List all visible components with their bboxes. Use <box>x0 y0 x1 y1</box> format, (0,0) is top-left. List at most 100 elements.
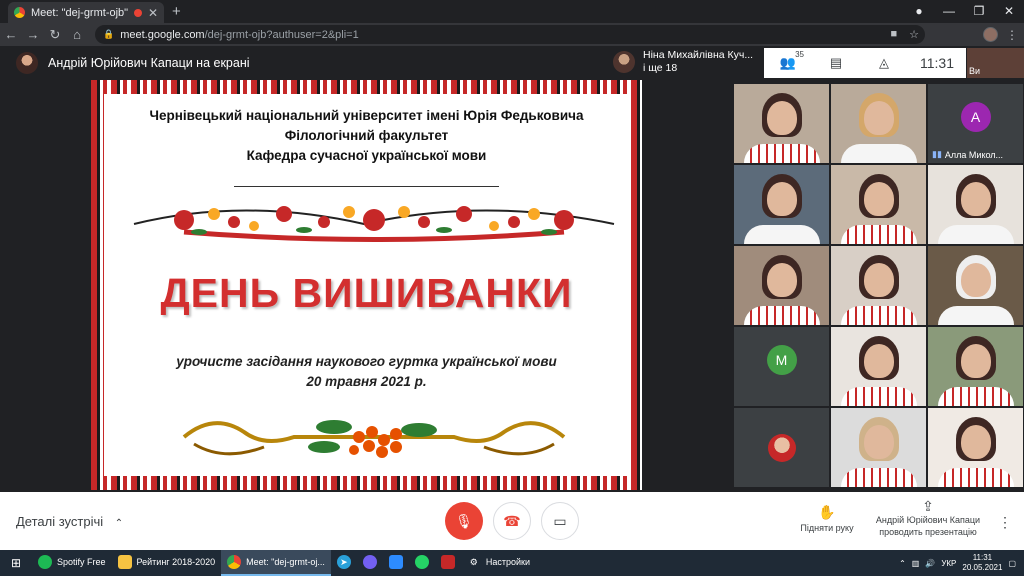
browser-toolbar: ← → ↻ ⌂ 🔒 meet.google.com /dej-grmt-ojb?… <box>0 23 1024 46</box>
participant-face <box>863 101 894 136</box>
viber-icon <box>362 555 377 569</box>
mic-toggle-button[interactable]: 🎙 <box>445 502 483 540</box>
clock[interactable]: 11:31 20.05.2021 <box>962 553 1002 573</box>
header-divider <box>234 186 499 187</box>
participant-tile[interactable]: A ▮▮ Алла Микол... <box>927 83 1024 164</box>
meet-controls-bar: Деталі зустрічі ⌃ 🎙 ☎ ▭ ✋ Підняти руку ⇪… <box>0 492 1024 550</box>
taskbar-chrome[interactable]: Meet: "dej-grmt-oj... <box>221 550 331 576</box>
back-icon[interactable]: ← <box>0 27 22 42</box>
participant-face <box>863 263 894 298</box>
participant-photo <box>767 433 796 462</box>
slide-headline: ДЕНЬ ВИШИВАНКИ <box>160 270 573 316</box>
language-indicator[interactable]: УКР <box>941 559 956 568</box>
participant-shirt <box>840 387 917 406</box>
tray-up-icon[interactable]: ⌃ <box>899 559 906 568</box>
taskbar-zoom[interactable] <box>383 550 409 576</box>
chat-button[interactable]: ▤ <box>812 55 860 71</box>
profile-avatar[interactable] <box>983 27 998 42</box>
restore-icon[interactable]: ❐ <box>964 0 994 23</box>
participant-face <box>766 101 797 136</box>
present-screen-icon: ⇪ <box>922 498 934 514</box>
participant-tile[interactable] <box>830 245 927 326</box>
participant-tile[interactable] <box>927 326 1024 407</box>
camera-icon: ▭ <box>553 512 567 529</box>
taskbar-viber[interactable] <box>357 550 383 576</box>
meeting-details-button[interactable]: Деталі зустрічі ⌃ <box>16 514 123 529</box>
presenter-line2: проводить презентацію <box>879 527 977 537</box>
taskbar-folder[interactable]: Рейтинг 2018-2020 <box>112 550 222 576</box>
floral-ornament <box>133 206 615 242</box>
participant-tile[interactable] <box>830 407 927 488</box>
taskbar-label: Рейтинг 2018-2020 <box>136 557 216 567</box>
browser-tab-meet[interactable]: Meet: "dej-grmt-ojb" ✕ <box>8 2 164 23</box>
url-path: /dej-grmt-ojb?authuser=2&pli=1 <box>204 28 359 41</box>
more-options-icon[interactable]: ⋮ <box>998 514 1012 531</box>
clock-time: 11:31 <box>972 553 993 562</box>
participant-tile[interactable] <box>733 83 830 164</box>
home-icon[interactable]: ⌂ <box>66 27 88 42</box>
minimize-icon[interactable]: — <box>934 0 964 23</box>
windows-taskbar: ⊞ Spotify Free Рейтинг 2018-2020 Meet: "… <box>0 550 1024 576</box>
network-icon[interactable]: ▥ <box>912 559 920 568</box>
notifications-icon[interactable]: ▢ <box>1008 559 1016 568</box>
windows-start-icon[interactable]: ⊞ <box>0 556 32 570</box>
participant-name-row: ▮▮ Алла Микол... <box>932 149 1003 160</box>
raise-hand-button[interactable]: ✋ Підняти руку <box>793 504 861 533</box>
slide-subtitle: урочисте засідання наукового гуртка укра… <box>176 354 557 369</box>
reload-icon[interactable]: ↻ <box>44 27 66 43</box>
close-tab-icon[interactable]: ✕ <box>148 6 158 20</box>
participant-shirt <box>840 306 917 325</box>
participant-face <box>766 182 797 217</box>
participant-tile[interactable] <box>733 407 830 488</box>
participant-name: Алла Микол... <box>944 149 1004 160</box>
participant-avatar: M <box>766 344 797 375</box>
participant-face <box>863 182 894 217</box>
raise-hand-label: Підняти руку <box>800 523 854 533</box>
self-view-tile[interactable]: Ви <box>967 48 1024 78</box>
taskbar-settings[interactable]: ⚙ Настройки <box>461 550 536 576</box>
participant-tile[interactable] <box>830 164 927 245</box>
active-speaker-info: Ніна Михайлівна Куч... і ще 18 <box>613 48 763 76</box>
whatsapp-icon <box>414 555 429 569</box>
volume-icon[interactable]: 🔊 <box>925 559 935 568</box>
participant-tile[interactable] <box>830 326 927 407</box>
present-button[interactable]: ⇪ Андрій Юрійович Капаци проводить презе… <box>870 498 986 538</box>
new-tab-icon[interactable]: + <box>172 3 181 20</box>
participant-shirt <box>840 468 917 487</box>
participant-tile[interactable] <box>733 164 830 245</box>
participants-button[interactable]: 👥 35 <box>764 50 812 71</box>
leave-call-button[interactable]: ☎ <box>493 502 531 540</box>
activities-button[interactable]: ◬ <box>860 55 908 71</box>
taskbar-label: Spotify Free <box>57 557 106 567</box>
participant-tile[interactable] <box>927 245 1024 326</box>
rowan-ornament <box>182 420 566 458</box>
presenter-label: Андрій Юрійович Капаци на екрані <box>48 56 250 70</box>
participant-tile[interactable] <box>927 164 1024 245</box>
participant-tile[interactable]: M <box>733 326 830 407</box>
taskbar-telegram[interactable]: ➤ <box>331 550 357 576</box>
participant-tile[interactable] <box>927 407 1024 488</box>
participant-tile[interactable] <box>733 245 830 326</box>
zoom-icon <box>388 555 403 569</box>
taskbar-app[interactable] <box>435 550 461 576</box>
participant-shirt <box>937 468 1014 487</box>
camera-toggle-button[interactable]: ▭ <box>541 502 579 540</box>
participant-tile[interactable] <box>830 83 927 164</box>
close-window-icon[interactable]: ✕ <box>994 0 1024 23</box>
address-bar[interactable]: 🔒 meet.google.com /dej-grmt-ojb?authuser… <box>95 25 925 44</box>
taskbar-spotify[interactable]: Spotify Free <box>32 550 112 576</box>
forward-icon[interactable]: → <box>22 27 44 42</box>
bookmark-star-icon[interactable]: ☆ <box>909 28 919 41</box>
tab-search-icon[interactable]: ● <box>904 0 934 23</box>
lock-icon[interactable]: 🔒 <box>103 29 114 40</box>
self-label: Ви <box>969 66 981 76</box>
shared-screen: Чернівецький національний університет ім… <box>91 80 642 490</box>
speaker-name: Ніна Михайлівна Куч... <box>643 49 754 61</box>
presenter-avatar <box>16 52 38 74</box>
chrome-favicon-icon <box>14 7 25 18</box>
participant-face <box>960 182 991 217</box>
folder-icon <box>117 555 132 569</box>
taskbar-whatsapp[interactable] <box>409 550 435 576</box>
browser-menu-icon[interactable]: ⋮ <box>1006 28 1018 42</box>
camera-permission-icon[interactable]: ■ <box>890 28 897 41</box>
